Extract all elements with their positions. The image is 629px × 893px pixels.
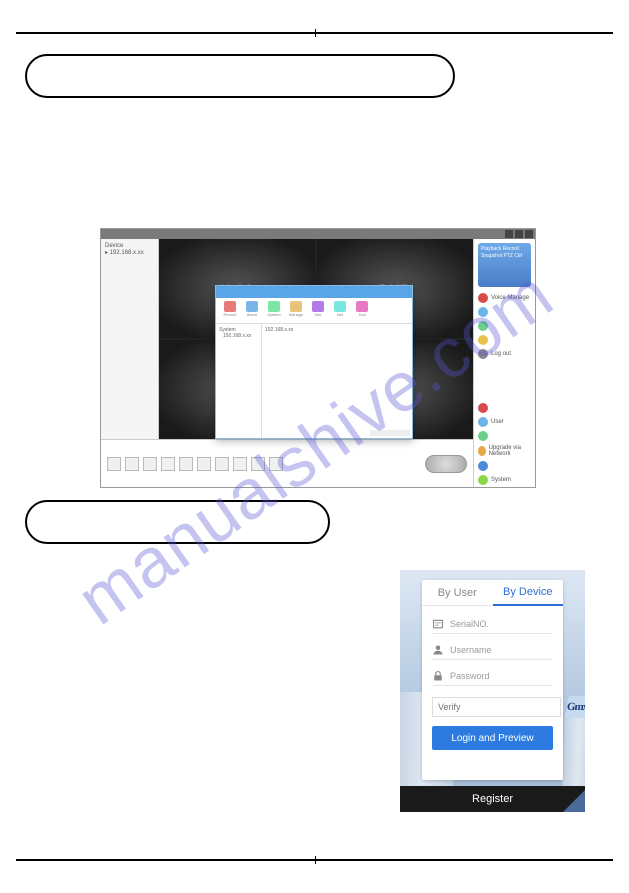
system-icon bbox=[268, 301, 280, 312]
login-tabs: By User By Device bbox=[422, 580, 563, 606]
right-menu-item[interactable] bbox=[474, 305, 535, 319]
status-label: System bbox=[491, 477, 511, 483]
toolbar-button[interactable] bbox=[107, 457, 121, 471]
tool-label: Record bbox=[224, 312, 237, 317]
toolbar-button[interactable] bbox=[161, 457, 175, 471]
verify-input[interactable] bbox=[432, 697, 561, 717]
login-widget: By User By Device bbox=[400, 570, 585, 812]
dialog-list-item[interactable]: 192.168.x.xx bbox=[265, 327, 409, 333]
dialog-list[interactable]: 192.168.x.xx bbox=[262, 324, 412, 438]
menu-icon bbox=[478, 307, 488, 317]
user-icon bbox=[478, 417, 488, 427]
upgrade-icon bbox=[478, 446, 486, 456]
serial-icon bbox=[432, 618, 444, 630]
dialog-tool-system[interactable]: System bbox=[266, 301, 282, 317]
right-item-label: Log out bbox=[491, 351, 511, 357]
tool-label: Tool bbox=[358, 312, 365, 317]
dialog-tool-manage[interactable]: Manage bbox=[288, 301, 304, 317]
alarm-icon bbox=[246, 301, 258, 312]
dialog-toolbar: Record Alarm System Manage Info Net Tool bbox=[216, 298, 412, 324]
menu-icon bbox=[478, 321, 488, 331]
login-fields bbox=[422, 606, 563, 692]
password-field-row bbox=[432, 666, 553, 686]
toolbar-button[interactable] bbox=[215, 457, 229, 471]
net-icon bbox=[334, 301, 346, 312]
logout-icon bbox=[478, 349, 488, 359]
right-panel: Playback Record Snapshot PTZ Ctrl Voice … bbox=[473, 239, 535, 487]
tab-by-user[interactable]: By User bbox=[422, 580, 493, 606]
bottom-divider bbox=[16, 859, 613, 861]
status-icon bbox=[478, 403, 488, 413]
verify-row: Gmxvl bbox=[422, 692, 563, 726]
lock-icon bbox=[432, 670, 444, 682]
settings-dialog: Record Alarm System Manage Info Net Tool… bbox=[215, 285, 413, 439]
status-item[interactable] bbox=[474, 459, 535, 473]
tree-node[interactable]: 192.168.x.xx bbox=[105, 249, 154, 256]
callout-pill-1 bbox=[25, 54, 455, 98]
captcha-image[interactable]: Gmxvl bbox=[566, 696, 585, 718]
status-item[interactable] bbox=[474, 429, 535, 443]
tool-label: Info bbox=[315, 312, 322, 317]
toolbar-button[interactable] bbox=[197, 457, 211, 471]
record-icon bbox=[224, 301, 236, 312]
register-button[interactable]: Register bbox=[400, 786, 585, 812]
menu-icon bbox=[478, 335, 488, 345]
app-titlebar bbox=[101, 229, 535, 239]
tab-by-device[interactable]: By Device bbox=[493, 580, 564, 606]
system-icon bbox=[478, 475, 488, 485]
login-panel: By User By Device bbox=[422, 580, 563, 780]
dialog-body: System 192.168.x.xx 192.168.x.xx bbox=[216, 324, 412, 438]
right-menu-item[interactable] bbox=[474, 319, 535, 333]
serial-field-row bbox=[432, 614, 553, 634]
status-item[interactable] bbox=[474, 401, 535, 415]
status-item[interactable]: System bbox=[474, 473, 535, 487]
dialog-tree[interactable]: System 192.168.x.xx bbox=[216, 324, 262, 438]
tool-label: Manage bbox=[289, 312, 303, 317]
callout-pill-2 bbox=[25, 500, 330, 544]
toolbar-button[interactable] bbox=[179, 457, 193, 471]
dialog-tool-record[interactable]: Record bbox=[222, 301, 238, 317]
toolbar-button[interactable] bbox=[233, 457, 247, 471]
info-icon bbox=[312, 301, 324, 312]
toolbar-button[interactable] bbox=[143, 457, 157, 471]
tool-label: Alarm bbox=[247, 312, 257, 317]
dialog-titlebar[interactable] bbox=[216, 286, 412, 298]
password-input[interactable] bbox=[450, 671, 567, 681]
device-tree-sidebar[interactable]: Device 192.168.x.xx bbox=[101, 239, 159, 439]
serial-input[interactable] bbox=[450, 619, 567, 629]
voice-icon bbox=[478, 293, 488, 303]
dialog-tool-net[interactable]: Net bbox=[332, 301, 348, 317]
app-toolbar bbox=[101, 439, 473, 487]
right-item-label: Voice Manage bbox=[491, 295, 529, 301]
username-input[interactable] bbox=[450, 645, 567, 655]
toolbar-button[interactable] bbox=[125, 457, 139, 471]
login-preview-button[interactable]: Login and Preview bbox=[432, 726, 553, 750]
toolbar-button[interactable] bbox=[251, 457, 265, 471]
manage-icon bbox=[290, 301, 302, 312]
tool-icon bbox=[356, 301, 368, 312]
jog-wheel[interactable] bbox=[425, 455, 467, 473]
tool-label: System bbox=[267, 312, 280, 317]
status-label: Upgrade via Network bbox=[489, 445, 531, 457]
status-label: User bbox=[491, 419, 504, 425]
dialog-tool-tool[interactable]: Tool bbox=[354, 301, 370, 317]
dialog-tool-alarm[interactable]: Alarm bbox=[244, 301, 260, 317]
right-menu-item[interactable] bbox=[474, 333, 535, 347]
dialog-tool-info[interactable]: Info bbox=[310, 301, 326, 317]
top-divider bbox=[16, 32, 613, 34]
dialog-tree-item[interactable]: 192.168.x.xx bbox=[219, 333, 258, 339]
status-item[interactable]: Upgrade via Network bbox=[474, 443, 535, 459]
status-icon bbox=[478, 461, 488, 471]
username-field-row bbox=[432, 640, 553, 660]
status-icon bbox=[478, 431, 488, 441]
toolbar-button[interactable] bbox=[269, 457, 283, 471]
user-icon bbox=[432, 644, 444, 656]
ptz-control-pad[interactable]: Playback Record Snapshot PTZ Ctrl bbox=[478, 243, 531, 287]
tool-label: Net bbox=[337, 312, 343, 317]
right-menu-item[interactable]: Voice Manage bbox=[474, 291, 535, 305]
status-item[interactable]: User bbox=[474, 415, 535, 429]
right-menu-item[interactable]: Log out bbox=[474, 347, 535, 361]
